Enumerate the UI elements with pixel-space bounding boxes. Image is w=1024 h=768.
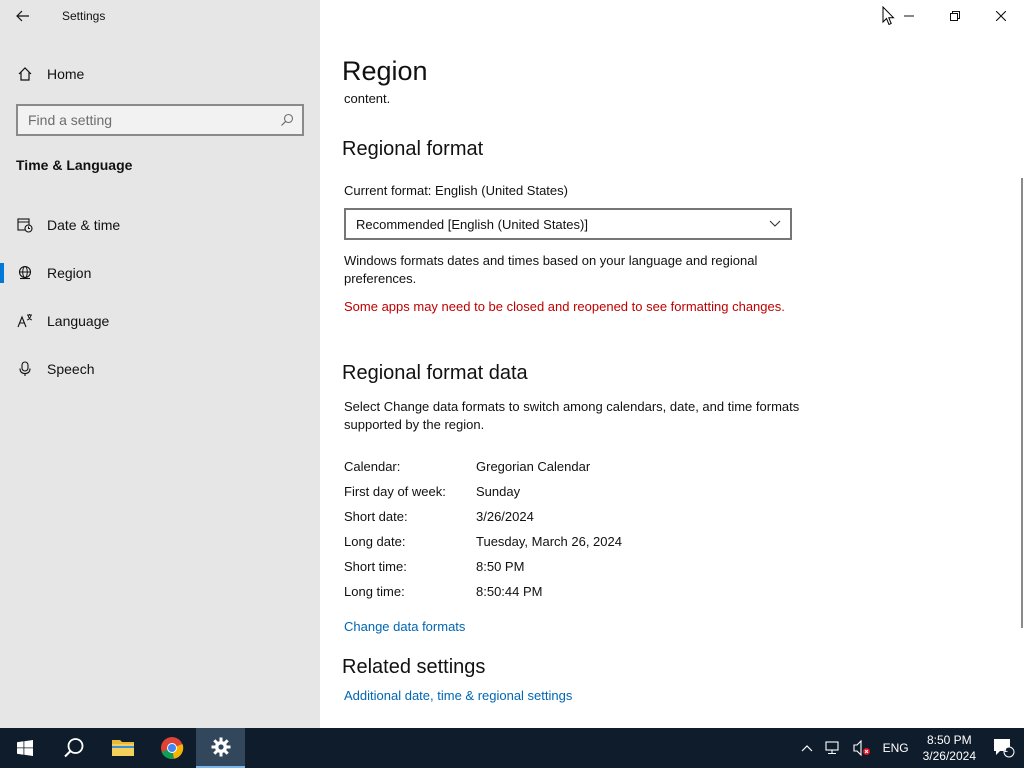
sidebar-item-speech[interactable]: Speech — [0, 349, 320, 389]
sidebar-item-region[interactable]: Region — [0, 253, 320, 293]
format-key: First day of week: — [344, 484, 446, 499]
sidebar-item-label: Region — [47, 265, 92, 281]
app-title: Settings — [62, 9, 106, 23]
format-key: Calendar: — [344, 459, 401, 474]
format-key: Short date: — [344, 509, 408, 524]
format-row-long-time: Long time: 8:50:44 PM — [344, 584, 543, 604]
format-value: Tuesday, March 26, 2024 — [476, 534, 622, 549]
nav-home[interactable]: Home — [0, 56, 320, 92]
settings-taskbar-button[interactable] — [196, 728, 245, 768]
volume-muted-icon — [853, 740, 870, 756]
related-settings-heading: Related settings — [342, 656, 486, 678]
current-format-label: Current format: English (United States) — [344, 183, 568, 198]
selection-indicator — [0, 263, 4, 283]
chevron-down-icon — [760, 220, 790, 228]
window-controls — [886, 0, 1024, 32]
search-taskbar-button[interactable] — [49, 728, 98, 768]
format-value: 8:50 PM — [476, 559, 525, 574]
folder-icon — [111, 740, 134, 756]
change-data-formats-link[interactable]: Change data formats — [344, 619, 465, 634]
notification-count: 1 — [1002, 744, 1008, 754]
format-data-description: Select Change data formats to switch amo… — [344, 399, 800, 432]
section-title: Time & Language — [16, 157, 133, 173]
chrome-icon — [160, 737, 183, 760]
network-icon — [825, 741, 839, 755]
restore-button[interactable] — [932, 0, 978, 32]
format-value: Gregorian Calendar — [476, 459, 591, 474]
windows-logo-icon — [16, 740, 33, 756]
search-icon[interactable] — [276, 109, 298, 131]
minimize-button[interactable] — [886, 0, 932, 32]
volume-button[interactable] — [847, 728, 877, 768]
sidebar: Settings Home Find a setting Time & Lang… — [0, 0, 320, 728]
action-center-button[interactable]: 1 — [984, 728, 1024, 768]
clock-date: 3/26/2024 — [922, 749, 976, 763]
format-row-calendar: Calendar: Gregorian Calendar — [344, 459, 590, 479]
format-value: 8:50:44 PM — [476, 584, 543, 599]
regional-format-heading: Regional format — [342, 138, 484, 160]
format-warning: Some apps may need to be closed and reop… — [344, 299, 785, 314]
truncated-text: content. — [344, 91, 391, 106]
search-icon — [63, 738, 83, 758]
taskbar: ENG 8:50 PM 3/26/2024 1 — [0, 728, 1024, 768]
selection-indicator — [0, 359, 4, 379]
titlebar-left: Settings — [0, 0, 320, 32]
microphone-icon — [17, 361, 33, 377]
minimize-icon — [904, 15, 914, 17]
format-row-short-date: Short date: 3/26/2024 — [344, 509, 534, 529]
clock-time: 8:50 PM — [926, 733, 972, 747]
format-value: Sunday — [476, 484, 521, 499]
format-value: 3/26/2024 — [476, 509, 534, 524]
main-content: Region content. Regional format Current … — [320, 0, 1024, 728]
search-box[interactable]: Find a setting — [16, 104, 304, 136]
network-button[interactable] — [819, 728, 847, 768]
sidebar-item-label: Speech — [47, 361, 95, 377]
home-icon — [17, 66, 33, 82]
selection-indicator — [0, 311, 4, 331]
search-input[interactable]: Find a setting — [28, 112, 276, 128]
chrome-button[interactable] — [147, 728, 196, 768]
selection-indicator — [0, 215, 4, 235]
format-row-short-time: Short time: 8:50 PM — [344, 559, 524, 579]
back-arrow-icon — [16, 10, 29, 22]
format-key: Long time: — [344, 584, 405, 599]
page-title: Region — [342, 56, 428, 86]
clock[interactable]: 8:50 PM 3/26/2024 — [915, 732, 984, 764]
system-tray: ENG 8:50 PM 3/26/2024 1 — [795, 728, 1024, 768]
close-button[interactable] — [978, 0, 1024, 32]
close-icon — [996, 11, 1006, 21]
format-key: Long date: — [344, 534, 406, 549]
sidebar-item-date-time[interactable]: Date & time — [0, 205, 320, 245]
format-data-heading: Regional format data — [342, 362, 528, 384]
additional-settings-link[interactable]: Additional date, time & regional setting… — [344, 688, 572, 703]
format-key: Short time: — [344, 559, 407, 574]
globe-icon — [17, 265, 33, 281]
file-explorer-button[interactable] — [98, 728, 147, 768]
sidebar-item-label: Date & time — [47, 217, 121, 233]
input-language-indicator[interactable]: ENG — [877, 728, 915, 768]
show-hidden-icons-button[interactable] — [795, 728, 819, 768]
chevron-up-icon — [801, 745, 813, 752]
scrollbar[interactable] — [1021, 178, 1023, 628]
format-row-first-day: First day of week: Sunday — [344, 484, 520, 504]
home-label: Home — [47, 66, 85, 82]
sidebar-item-language[interactable]: Language — [0, 301, 320, 341]
start-button[interactable] — [0, 728, 49, 768]
format-description: Windows formats dates and times based on… — [344, 253, 758, 286]
format-row-long-date: Long date: Tuesday, March 26, 2024 — [344, 534, 622, 554]
restore-icon — [950, 11, 960, 21]
language-icon — [17, 313, 33, 329]
back-button[interactable] — [0, 0, 46, 32]
regional-format-dropdown[interactable]: Recommended [English (United States)] — [344, 208, 792, 240]
calendar-clock-icon — [17, 217, 33, 233]
dropdown-selected-value: Recommended [English (United States)] — [356, 216, 588, 232]
sidebar-item-label: Language — [47, 313, 110, 329]
gear-icon — [211, 737, 230, 757]
